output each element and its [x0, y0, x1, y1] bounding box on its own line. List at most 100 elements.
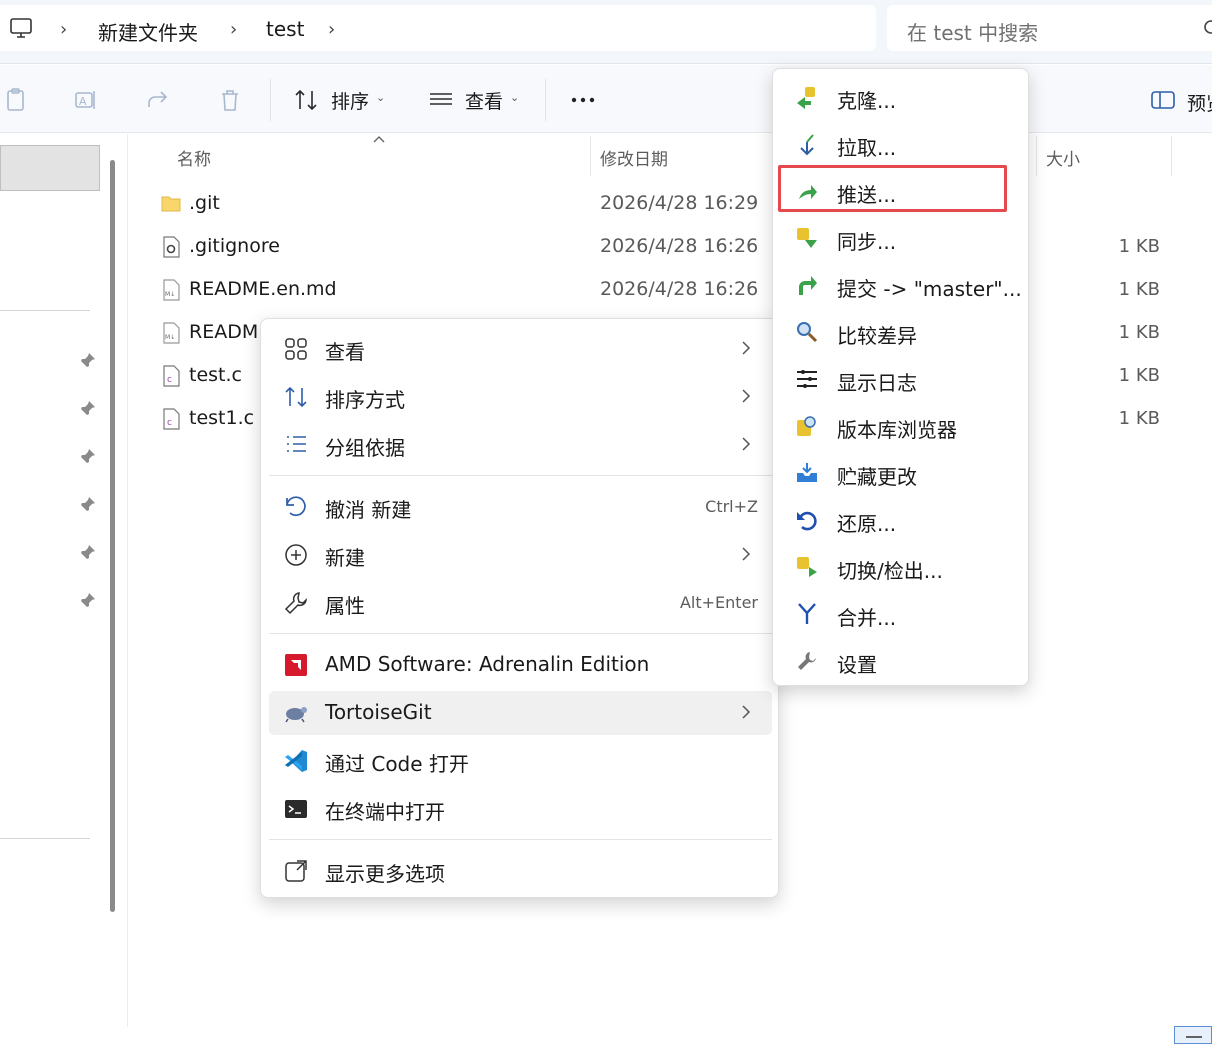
pin-icon[interactable] [80, 496, 96, 512]
sync-icon [797, 228, 817, 248]
menu-item-open-with-code[interactable]: 通过 Code 打开 [269, 739, 772, 783]
svg-text:c: c [167, 418, 172, 428]
column-header-size[interactable]: 大小 [1046, 145, 1080, 170]
chevron-down-icon[interactable]: ⌄ [376, 91, 385, 104]
sort-ascending-icon [373, 136, 385, 143]
menu-item-label: 新建 [325, 546, 365, 570]
menu-item-properties[interactable]: 属性 Alt+Enter [269, 581, 772, 625]
sort-button[interactable]: 排序 [331, 87, 369, 114]
submenu-item-label: 提交 -> "master"... [837, 277, 1022, 301]
submenu-item-switch-checkout[interactable]: 切换/检出... [779, 545, 1022, 589]
menu-item-show-more-options[interactable]: 显示更多选项 [269, 849, 772, 893]
nav-scrollbar[interactable] [110, 160, 115, 912]
computer-icon[interactable] [9, 16, 33, 40]
menu-item-label: AMD Software: Adrenalin Edition [325, 652, 650, 676]
toolbar-divider [545, 79, 546, 121]
breadcrumb-item-test[interactable]: test [266, 17, 304, 41]
wrench-icon [284, 592, 307, 615]
menu-item-label: 分组依据 [325, 436, 405, 460]
new-plus-icon [285, 544, 307, 566]
stash-icon [797, 463, 817, 482]
vscode-icon [285, 750, 307, 772]
pin-icon[interactable] [80, 544, 96, 560]
paste-icon[interactable] [2, 87, 28, 113]
menu-item-tortoisegit[interactable]: TortoiseGit [269, 691, 772, 735]
search-box[interactable]: 在 test 中搜索 [887, 5, 1212, 51]
menu-item-sort-by[interactable]: 排序方式 [269, 375, 772, 419]
submenu-item-label: 克隆... [837, 89, 897, 113]
details-view-toggle[interactable] [1174, 1026, 1212, 1044]
chevron-down-icon[interactable]: ⌄ [510, 91, 519, 104]
pin-icon[interactable] [80, 448, 96, 464]
submenu-item-repo-browser[interactable]: 版本库浏览器 [779, 404, 1022, 448]
rename-icon[interactable]: A [73, 87, 99, 113]
sort-icon[interactable] [293, 87, 319, 113]
menu-item-open-in-terminal[interactable]: 在终端中打开 [269, 787, 772, 831]
menu-shortcut: Alt+Enter [679, 593, 758, 612]
menu-item-group-by[interactable]: 分组依据 [269, 423, 772, 467]
search-input[interactable]: 在 test 中搜索 [907, 17, 1038, 46]
file-size: 1 KB [1118, 236, 1160, 257]
submenu-item-diff[interactable]: 比较差异 [779, 310, 1022, 354]
file-name[interactable]: .gitignore [189, 235, 280, 257]
menu-item-label: TortoiseGit [325, 700, 432, 724]
submenu-item-commit[interactable]: 提交 -> "master"... [779, 263, 1022, 307]
pin-icon[interactable] [80, 592, 96, 608]
file-name[interactable]: READM [189, 321, 258, 343]
file-name[interactable]: test.c [189, 364, 242, 386]
menu-item-amd-software[interactable]: AMD Software: Adrenalin Edition [269, 643, 772, 687]
menu-item-label: 查看 [325, 340, 365, 364]
column-header-date[interactable]: 修改日期 [600, 145, 668, 170]
menu-item-label: 撤消 新建 [325, 498, 412, 522]
breadcrumb-item-folder[interactable]: 新建文件夹 [98, 17, 198, 46]
submenu-item-clone[interactable]: 克隆... [779, 75, 1022, 119]
menu-item-new[interactable]: 新建 [269, 533, 772, 577]
breadcrumb[interactable]: › 新建文件夹 › test › [0, 5, 876, 51]
pull-icon [800, 134, 814, 156]
submenu-item-merge[interactable]: 合并... [779, 592, 1022, 636]
column-header-name[interactable]: 名称 [177, 145, 211, 170]
nav-selected-item[interactable] [0, 145, 100, 191]
folder-icon [161, 196, 181, 212]
settings-file-icon [163, 236, 180, 258]
file-date: 2026/4/28 16:26 [600, 235, 759, 257]
file-name[interactable]: README.en.md [189, 278, 337, 300]
submenu-item-settings[interactable]: 设置 [779, 639, 1022, 683]
group-list-icon [287, 436, 306, 452]
submenu-item-label: 切换/检出... [837, 559, 943, 583]
more-icon[interactable] [570, 87, 596, 113]
submenu-item-pull[interactable]: 拉取... [779, 122, 1022, 166]
file-date: 2026/4/28 16:26 [600, 278, 759, 300]
menu-separator [269, 633, 772, 634]
svg-text:c: c [167, 375, 172, 385]
column-divider[interactable] [590, 136, 591, 176]
repo-browser-icon [797, 416, 816, 436]
submenu-item-show-log[interactable]: 显示日志 [779, 357, 1022, 401]
markdown-file-icon: M↓ [163, 279, 180, 301]
column-divider[interactable] [1171, 136, 1172, 176]
delete-icon[interactable] [217, 87, 243, 113]
file-name[interactable]: .git [189, 192, 220, 214]
share-icon[interactable] [145, 87, 171, 113]
menu-item-undo[interactable]: 撤消 新建 Ctrl+Z [269, 485, 772, 529]
merge-icon [798, 603, 816, 624]
view-list-icon[interactable] [428, 87, 454, 113]
menu-item-view[interactable]: 查看 [269, 327, 772, 371]
pin-icon[interactable] [80, 400, 96, 416]
undo-icon [286, 496, 306, 517]
file-size: 1 KB [1118, 279, 1160, 300]
chevron-right-icon[interactable]: › [230, 19, 237, 40]
preview-pane-icon [1151, 91, 1175, 109]
highlight-box [778, 165, 1007, 212]
column-divider[interactable] [1036, 136, 1037, 176]
view-button[interactable]: 查看 [465, 87, 503, 114]
submenu-item-revert[interactable]: 还原... [779, 498, 1022, 542]
submenu-item-sync[interactable]: 同步... [779, 216, 1022, 260]
chevron-right-icon[interactable]: › [328, 19, 335, 40]
chevron-right-icon[interactable]: › [60, 19, 67, 40]
menu-item-label: 在终端中打开 [325, 800, 445, 824]
file-name[interactable]: test1.c [189, 407, 254, 429]
navigation-pane[interactable] [0, 134, 128, 1027]
submenu-item-stash[interactable]: 贮藏更改 [779, 451, 1022, 495]
pin-icon[interactable] [80, 352, 96, 368]
